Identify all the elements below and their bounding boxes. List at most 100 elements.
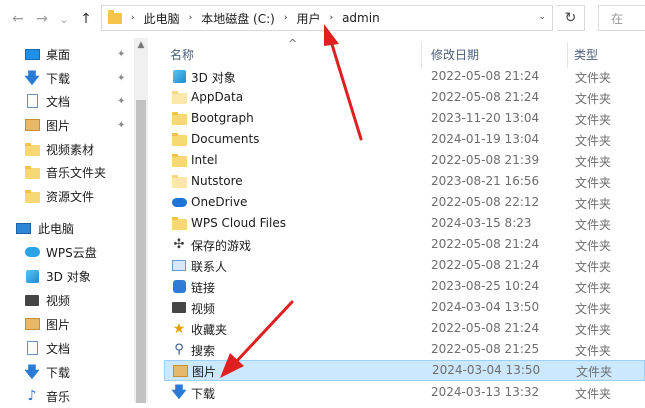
table-row[interactable]: 🡇 下载 2024-03-13 13:32 文件夹	[164, 382, 645, 403]
table-row[interactable]: ✣ 保存的游戏 2022-05-08 21:24 文件夹	[164, 234, 645, 255]
file-name: 图片	[192, 365, 217, 379]
file-date: 2022-05-08 21:24	[431, 258, 540, 272]
sidebar-item-label: 音乐文件夹	[46, 165, 107, 180]
table-row[interactable]: Intel 2022-05-08 21:39 文件夹	[164, 150, 645, 171]
sidebar-item-label: 文档	[46, 341, 71, 356]
breadcrumb-local-disk[interactable]: 本地磁盘 (C:)	[201, 10, 275, 27]
file-date: 2022-05-08 21:24	[431, 321, 540, 335]
sidebar-item-pictures[interactable]: 图片 ✦	[0, 113, 134, 137]
file-date: 2024-01-19 13:04	[431, 132, 540, 146]
file-date: 2022-05-08 21:39	[431, 153, 540, 167]
table-row[interactable]: Bootgraph 2023-11-20 13:04 文件夹	[164, 108, 645, 129]
sidebar-item-pictures-pc[interactable]: 图片	[0, 312, 134, 336]
file-date: 2024-03-13 13:32	[431, 385, 540, 399]
table-row[interactable]: WPS Cloud Files 2024-03-15 8:23 文件夹	[164, 213, 645, 234]
pin-icon[interactable]: ✦	[117, 49, 125, 60]
chevron-down-icon: ⌄	[59, 12, 69, 26]
column-divider[interactable]	[421, 42, 422, 68]
sidebar-item-3d-objects[interactable]: 3D 对象	[0, 264, 134, 288]
search-input[interactable]: 在	[598, 5, 645, 31]
sidebar-item-this-pc[interactable]: 此电脑	[0, 216, 134, 240]
sidebar-item-video-assets[interactable]: 视频素材	[0, 137, 134, 161]
file-type: 文件夹	[575, 239, 612, 253]
table-row[interactable]: ⚲ 搜索 2022-05-08 21:25 文件夹	[164, 339, 645, 360]
sidebar-item-label: 3D 对象	[46, 269, 91, 284]
table-row[interactable]: Documents 2024-01-19 13:04 文件夹	[164, 129, 645, 150]
column-divider[interactable]	[567, 42, 568, 68]
table-row[interactable]: AppData 2022-05-08 21:24 文件夹	[164, 87, 645, 108]
sidebar-item-label: 下载	[46, 365, 71, 380]
sidebar-item-downloads[interactable]: 🡇 下载 ✦	[0, 66, 134, 90]
sidebar-item-music[interactable]: ♪ 音乐	[0, 384, 134, 408]
folder-icon	[171, 111, 187, 126]
file-date: 2022-05-08 22:12	[431, 195, 540, 209]
pin-icon[interactable]: ✦	[117, 96, 125, 107]
breadcrumb-admin[interactable]: admin	[342, 11, 380, 25]
table-row-selected[interactable]: 图片 2024-03-04 13:50 文件夹	[164, 360, 645, 381]
folder-icon	[171, 132, 187, 147]
download-arrow-icon: 🡇	[24, 362, 40, 381]
search-placeholder: 在	[611, 11, 624, 26]
saved-games-icon: ✣	[173, 237, 185, 252]
sidebar-item-label: 此电脑	[38, 221, 75, 236]
file-date: 2024-03-04 13:50	[431, 300, 540, 314]
file-name: 收藏夹	[191, 323, 228, 337]
onedrive-cloud-icon	[171, 195, 187, 210]
table-row[interactable]: 联系人 2022-05-08 21:24 文件夹	[164, 255, 645, 276]
favorites-star-icon: ★	[172, 320, 186, 337]
address-bar[interactable]: › 此电脑 › 本地磁盘 (C:) › 用户 › admin ⌄	[101, 5, 553, 31]
back-button[interactable]: ←	[8, 9, 28, 29]
address-history-chevron-icon[interactable]: ⌄	[538, 12, 546, 22]
chevron-right-icon[interactable]: ›	[189, 13, 193, 23]
file-name: 保存的游戏	[191, 239, 252, 253]
table-row[interactable]: 链接 2023-08-25 10:24 文件夹	[164, 276, 645, 297]
file-type: 文件夹	[576, 365, 613, 379]
forward-button[interactable]: →	[32, 9, 52, 29]
chevron-right-icon[interactable]: ›	[329, 13, 333, 23]
sidebar-item-documents[interactable]: 文档 ✦	[0, 89, 134, 113]
sidebar-item-downloads-pc[interactable]: 🡇 下载	[0, 360, 134, 384]
sidebar-scrollbar-thumb[interactable]	[136, 100, 146, 403]
breadcrumb-this-pc[interactable]: 此电脑	[144, 10, 180, 27]
pin-icon[interactable]: ✦	[117, 73, 125, 84]
file-type: 文件夹	[575, 218, 612, 232]
table-row[interactable]: Nutstore 2023-08-21 16:56 文件夹	[164, 171, 645, 192]
file-name: 3D 对象	[191, 71, 236, 85]
column-header-label: 类型	[574, 47, 599, 62]
sidebar-item-music-folder[interactable]: 音乐文件夹	[0, 160, 134, 184]
address-toolbar: ← → ⌄ ↑ › 此电脑 › 本地磁盘 (C:) › 用户 › admin ⌄…	[0, 0, 645, 38]
sidebar-item-desktop[interactable]: 桌面 ✦	[0, 42, 134, 66]
folder-icon	[171, 153, 187, 168]
refresh-button[interactable]: ↻	[557, 5, 585, 31]
sidebar-item-label: 资源文件	[46, 189, 95, 204]
table-row[interactable]: ★ 收藏夹 2022-05-08 21:24 文件夹	[164, 318, 645, 339]
chevron-right-icon[interactable]: ›	[284, 13, 288, 23]
table-row[interactable]: 3D 对象 2022-05-08 21:24 文件夹	[164, 66, 645, 87]
folder-icon	[171, 174, 187, 189]
folder-icon	[108, 9, 122, 24]
sidebar-item-videos[interactable]: 视频	[0, 288, 134, 312]
table-row[interactable]: OneDrive 2022-05-08 22:12 文件夹	[164, 192, 645, 213]
file-name: 视频	[191, 302, 216, 316]
file-type: 文件夹	[575, 281, 612, 295]
file-date: 2022-05-08 21:25	[431, 342, 540, 356]
picture-icon	[24, 317, 40, 331]
navigation-pane: 桌面 ✦ 🡇 下载 ✦ 文档 ✦ 图片 ✦ 视频素材 音乐文件夹 资源文件 此电…	[0, 38, 134, 404]
breadcrumb-users[interactable]: 用户	[296, 10, 320, 27]
column-header-label: 修改日期	[431, 47, 480, 62]
column-header-label: 名称	[170, 47, 195, 62]
sidebar-item-resources[interactable]: 资源文件	[0, 184, 134, 208]
file-type: 文件夹	[575, 344, 612, 358]
pin-icon[interactable]: ✦	[117, 120, 125, 131]
table-row[interactable]: 视频 2024-03-04 13:50 文件夹	[164, 297, 645, 318]
recent-locations-button[interactable]: ⌄	[54, 9, 74, 29]
up-button[interactable]: ↑	[76, 9, 96, 29]
file-type: 文件夹	[575, 92, 612, 106]
sidebar-item-label: 图片	[46, 118, 71, 133]
scroll-up-arrow-icon[interactable]: ▲	[134, 38, 148, 52]
video-icon	[171, 300, 187, 315]
sidebar-item-wps-cloud[interactable]: WPS云盘	[0, 240, 134, 264]
3d-objects-icon	[24, 269, 40, 283]
file-name: OneDrive	[191, 195, 248, 209]
sidebar-item-documents-pc[interactable]: 文档	[0, 336, 134, 360]
